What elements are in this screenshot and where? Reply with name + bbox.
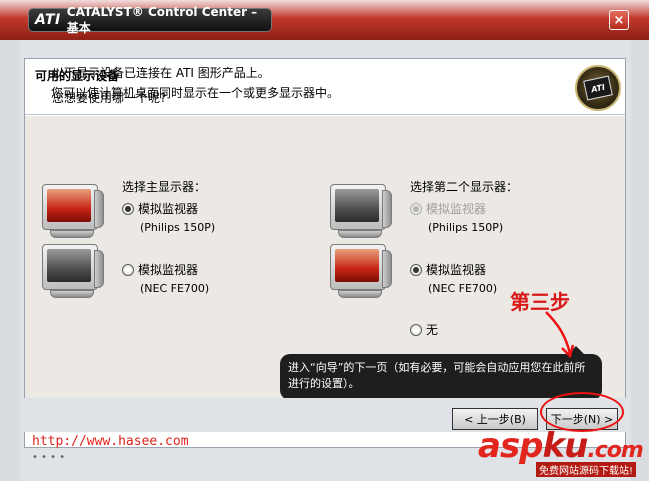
monitor-icon xyxy=(330,244,392,300)
ati-logo-icon: ATI xyxy=(35,12,61,28)
primary-display-label: 选择主显示器： xyxy=(122,180,207,194)
intro-line-1: 以下显示设备已连接在 ATI 图形产品上。 xyxy=(52,66,270,80)
watermark-brand: aspku.com xyxy=(478,426,644,466)
catalyst-wizard-window: ATI CATALYST® Control Center – 基本 × 可用的显… xyxy=(0,0,649,481)
option-label: 无 xyxy=(426,323,439,337)
title-bar[interactable]: ATI CATALYST® Control Center – 基本 × xyxy=(0,0,649,40)
next-button-tooltip: 进入“向导”的下一页（如有必要，可能会自动应用您在此前所进行的设置）。 xyxy=(280,346,602,400)
secondary-option-philips: 模拟监视器 xyxy=(410,200,486,217)
window-title-pill: ATI CATALYST® Control Center – 基本 xyxy=(28,5,272,35)
window-title: CATALYST® Control Center – 基本 xyxy=(66,4,258,35)
radio-button[interactable] xyxy=(410,323,422,336)
watermark-url: http://www.hasee.com xyxy=(32,434,189,449)
monitor-icon xyxy=(42,244,104,300)
option-model: (NEC FE700) xyxy=(140,282,210,295)
radio-button[interactable] xyxy=(410,263,422,276)
secondary-display-label: 选择第二个显示器： xyxy=(410,180,519,194)
radio-button xyxy=(410,202,422,215)
option-label: 模拟监视器 xyxy=(426,202,487,216)
watermark-subtitle: 免费网站源码下载站! xyxy=(536,462,637,477)
close-button[interactable]: × xyxy=(609,10,629,30)
annotation-arrow-icon xyxy=(545,311,575,359)
option-model: (NEC FE700) xyxy=(428,282,498,295)
secondary-option-nec[interactable]: 模拟监视器 xyxy=(410,261,486,278)
secondary-option-none[interactable]: 无 xyxy=(410,321,438,338)
radio-button[interactable] xyxy=(122,202,134,215)
radio-button[interactable] xyxy=(122,263,134,276)
monitor-icon xyxy=(42,184,104,240)
option-label: 模拟监视器 xyxy=(138,263,199,277)
option-model: (Philips 150P) xyxy=(428,221,504,234)
ati-badge-text: ATI xyxy=(583,75,613,101)
primary-option-nec[interactable]: 模拟监视器 xyxy=(122,261,198,278)
ati-badge-icon: ATI xyxy=(575,65,621,111)
primary-option-philips[interactable]: 模拟监视器 xyxy=(122,200,198,217)
option-label: 模拟监视器 xyxy=(426,263,487,277)
option-model: (Philips 150P) xyxy=(140,221,216,234)
intro-line-2: 您想要使用哪一个呢? xyxy=(52,91,167,105)
status-dots: • • • • xyxy=(32,452,66,463)
option-label: 模拟监视器 xyxy=(138,202,199,216)
monitor-icon xyxy=(330,184,392,240)
